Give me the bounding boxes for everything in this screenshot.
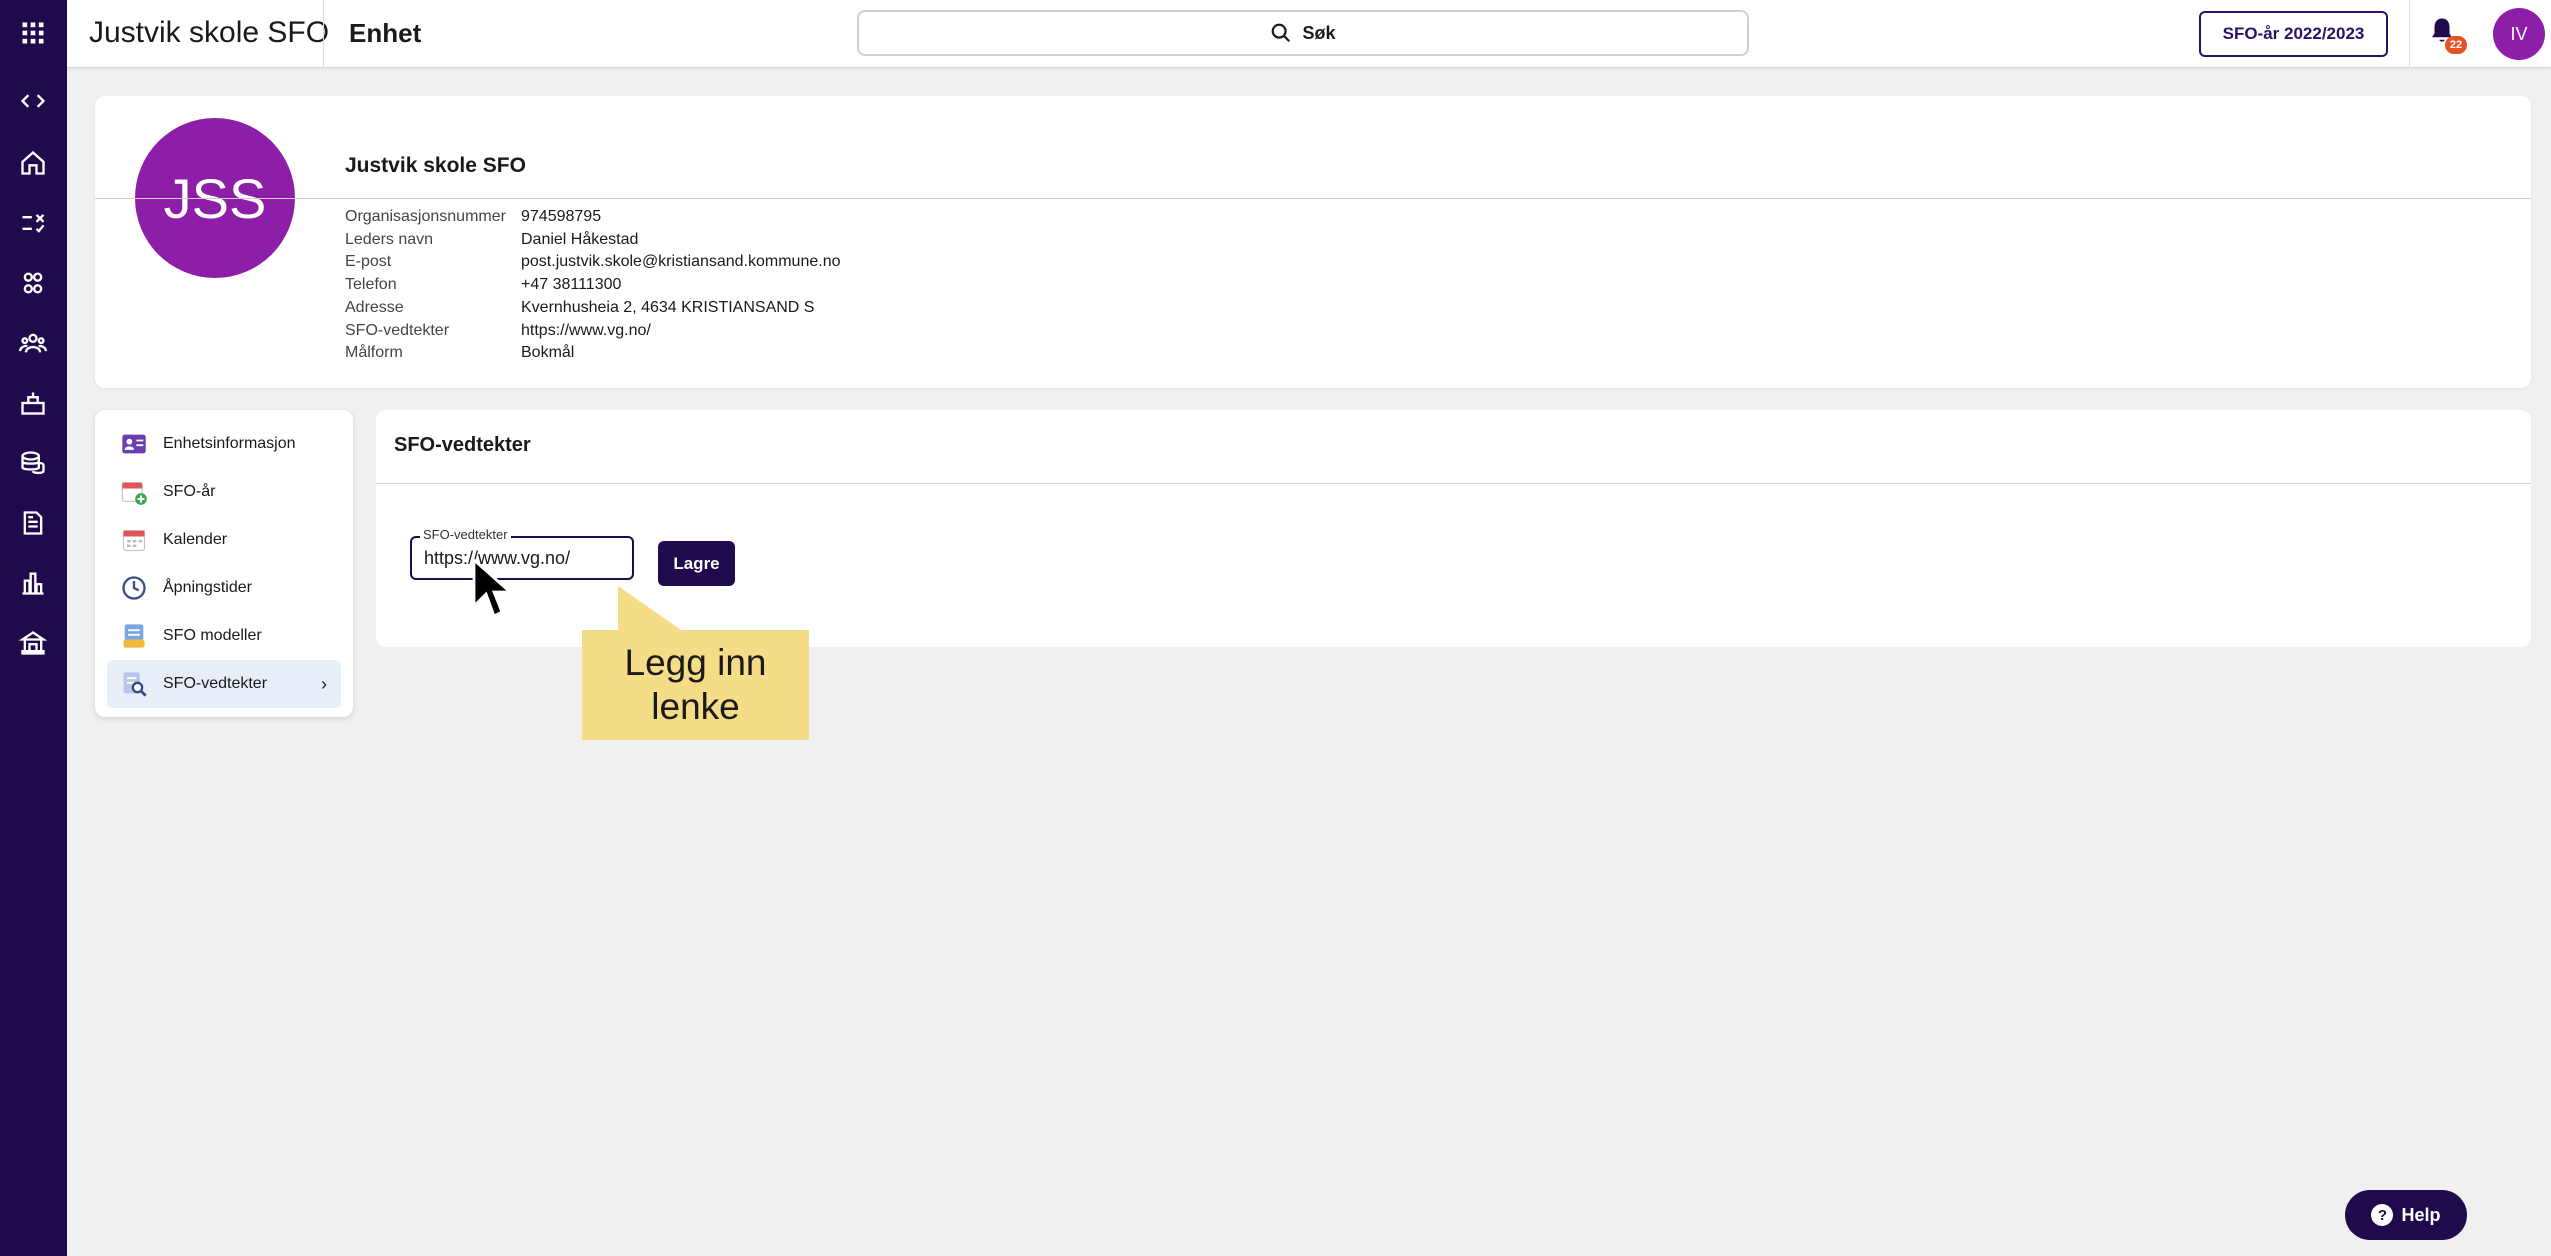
panel-title: SFO-vedtekter: [394, 434, 531, 456]
calendar-add-icon: [119, 477, 149, 507]
info-row: SFO-vedtekter https://www.vg.no/: [345, 320, 841, 343]
menu-item-apningstider[interactable]: Åpningstider: [107, 564, 341, 612]
unit-side-menu: Enhetsinformasjon SFO-år Kalender Åpning…: [95, 410, 353, 717]
help-icon: ?: [2371, 1204, 2394, 1226]
sfo-year-button[interactable]: SFO-år 2022/2023: [2199, 11, 2388, 57]
children-icon[interactable]: [14, 264, 52, 302]
info-value: Daniel Håkestad: [521, 230, 639, 248]
divider: [323, 0, 324, 68]
search-icon: [1272, 23, 1291, 43]
sfo-vedtekter-field[interactable]: SFO-vedtekter: [410, 527, 634, 580]
top-bar: Justvik skole SFO Enhet Søk SFO-år 2022/…: [67, 0, 2551, 68]
page-title: Enhet: [349, 18, 422, 48]
calendar-icon: [119, 525, 149, 555]
info-row: Organisasjonsnummer 974598795: [345, 206, 841, 229]
user-avatar[interactable]: IV: [2493, 8, 2545, 60]
info-value: Kvernhusheia 2, 4634 KRISTIANSAND S: [521, 298, 815, 316]
unit-name: Justvik skole SFO: [345, 154, 526, 177]
info-row: Målform Bokmål: [345, 342, 841, 365]
organization-icon[interactable]: [14, 624, 52, 662]
bar-chart-icon[interactable]: [14, 564, 52, 602]
expand-collapse-icon[interactable]: [14, 82, 52, 120]
left-nav-rail: [0, 0, 67, 1256]
app-title: Justvik skole SFO: [89, 16, 330, 49]
save-button[interactable]: Lagre: [658, 541, 735, 586]
info-value: Bokmål: [521, 344, 575, 362]
document-icon[interactable]: [14, 504, 52, 542]
menu-item-label: Åpningstider: [163, 579, 252, 596]
divider: [376, 483, 2531, 484]
unit-info-list: Organisasjonsnummer 974598795 Leders navn…: [345, 206, 841, 365]
document-search-icon: [119, 669, 149, 699]
info-value: https://www.vg.no/: [521, 321, 651, 339]
document-stack-icon: [119, 621, 149, 651]
info-row: Telefon +47 38111300: [345, 274, 841, 297]
callout-pointer: [618, 586, 684, 632]
info-value: post.justvik.skole@kristiansand.kommune.…: [521, 253, 841, 271]
menu-item-label: SFO-år: [163, 483, 216, 500]
tasks-icon[interactable]: [14, 204, 52, 242]
notification-count-badge: 22: [2445, 36, 2467, 54]
menu-item-kalender[interactable]: Kalender: [107, 516, 341, 564]
home-icon[interactable]: [14, 144, 52, 182]
info-key: Målform: [345, 344, 403, 362]
divider: [2409, 0, 2410, 68]
menu-item-label: Enhetsinformasjon: [163, 435, 296, 452]
callout-line: lenke: [651, 686, 740, 727]
info-key: Adresse: [345, 298, 404, 316]
groups-icon[interactable]: [14, 324, 52, 362]
menu-item-sfo-modeller[interactable]: SFO modeller: [107, 612, 341, 660]
callout-line: Legg inn: [624, 642, 767, 683]
info-row: Leders navn Daniel Håkestad: [345, 229, 841, 252]
menu-item-sfo-vedtekter[interactable]: SFO-vedtekter ›: [107, 660, 341, 708]
unit-header-card: JSS Justvik skole SFO Organisasjonsnumme…: [95, 96, 2531, 388]
mouse-cursor-icon: [472, 558, 512, 618]
info-row: E-post post.justvik.skole@kristiansand.ko…: [345, 251, 841, 274]
help-button[interactable]: ? Help: [2345, 1190, 2467, 1240]
tutorial-callout: Legg inn lenke: [582, 630, 809, 740]
info-row: Adresse Kvernhusheia 2, 4634 KRISTIANSAND…: [345, 297, 841, 320]
school-icon[interactable]: [14, 384, 52, 422]
divider: [95, 198, 2531, 199]
clock-icon: [119, 573, 149, 603]
help-label: Help: [2401, 1204, 2441, 1225]
info-key: E-post: [345, 253, 392, 271]
info-value: 974598795: [521, 208, 602, 225]
chevron-right-icon: ›: [321, 674, 327, 694]
id-card-icon: [119, 429, 149, 459]
menu-item-label: SFO modeller: [163, 627, 262, 644]
search-label: Søk: [1302, 22, 1336, 43]
field-label: SFO-vedtekter: [420, 527, 511, 542]
info-key: Organisasjonsnummer: [345, 208, 506, 225]
sfo-vedtekter-input[interactable]: [424, 548, 624, 569]
menu-item-enhetsinformasjon[interactable]: Enhetsinformasjon: [107, 420, 341, 468]
sfo-vedtekter-panel: SFO-vedtekter SFO-vedtekter Lagre: [376, 410, 2531, 647]
search-input[interactable]: Søk: [857, 10, 1749, 56]
apps-grid-icon[interactable]: [14, 14, 52, 52]
info-key: SFO-vedtekter: [345, 321, 450, 339]
menu-item-label: SFO-vedtekter: [163, 675, 268, 692]
info-key: Leders navn: [345, 230, 434, 248]
info-key: Telefon: [345, 276, 397, 294]
coins-icon[interactable]: [14, 444, 52, 482]
menu-item-sfo-ar[interactable]: SFO-år: [107, 468, 341, 516]
menu-item-label: Kalender: [163, 531, 228, 548]
info-value: +47 38111300: [521, 276, 622, 294]
